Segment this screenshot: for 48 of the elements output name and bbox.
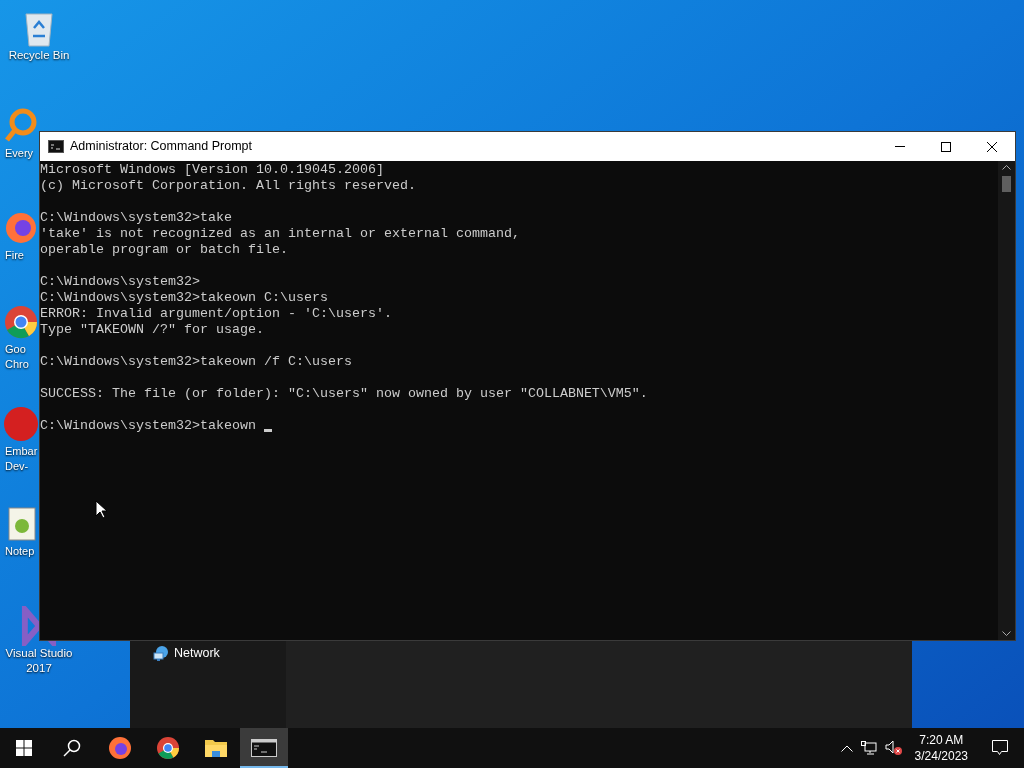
desktop-icon-label[interactable]: Chro <box>5 357 29 372</box>
desktop-icon-label[interactable]: Dev- <box>5 459 29 474</box>
desktop-icon-label[interactable]: Visual Studio <box>5 646 73 661</box>
desktop-icon-label[interactable]: 2017 <box>26 661 52 676</box>
desktop-icon-label[interactable]: Fire <box>5 248 24 263</box>
console-line: (c) Microsoft Corporation. All rights reserved. <box>40 178 416 194</box>
speaker-muted-icon[interactable] <box>884 740 903 756</box>
mouse-pointer-icon <box>95 500 107 519</box>
console-line: Microsoft Windows [Version 10.0.19045.2006] <box>40 162 384 178</box>
folder-icon <box>204 738 228 758</box>
console-line: Type "TAKEOWN /?" for usage. <box>40 322 264 338</box>
terminal-icon <box>251 739 277 757</box>
fox-globe-icon <box>108 736 132 760</box>
console-line: SUCCESS: The file (or folder): "C:\users" now owned by user "COLLABNET\VM5". <box>40 386 648 402</box>
chrome-logo-icon <box>156 736 180 760</box>
console-line: C:\Windows\system32>takeown C:\users <box>40 290 328 306</box>
console-line: C:\Windows\system32>takeown <box>40 418 257 434</box>
console-line: C:\Windows\system32>take <box>40 210 232 226</box>
close-icon <box>987 141 997 152</box>
windows-logo-icon <box>16 740 32 756</box>
network-monitor-icon[interactable] <box>860 741 877 755</box>
console-line: operable program or batch file. <box>40 242 288 258</box>
clock-time[interactable]: 7:20 AM <box>919 732 964 748</box>
nav-item[interactable]: Network <box>152 644 286 663</box>
clock-date[interactable]: 3/24/2023 <box>914 748 968 764</box>
terminal-icon <box>48 140 64 153</box>
app-logo-icon <box>3 404 39 444</box>
window-title: Administrator: Command Prompt <box>70 138 252 156</box>
console-line: 'take' is not recognized as an internal or external command, <box>40 226 520 242</box>
chevron-up-icon[interactable] <box>840 744 853 752</box>
minimize-icon <box>895 146 905 147</box>
desktop-icon-label[interactable]: Goo <box>5 342 26 357</box>
maximize-icon <box>941 141 951 152</box>
desktop-icon-label[interactable]: Embar <box>5 444 38 459</box>
taskbar-button[interactable] <box>240 728 288 768</box>
desktop-icon-label[interactable]: Recycle Bin <box>8 48 70 63</box>
scroll-thumb[interactable] <box>1002 176 1011 192</box>
console-line: C:\Windows\system32> <box>40 274 200 290</box>
network-icon <box>152 644 169 662</box>
scrollbar[interactable] <box>998 161 1015 640</box>
speech-bubble-icon <box>992 740 1008 756</box>
console-line: C:\Windows\system32>takeown /f C:\users <box>40 354 352 370</box>
scroll-down-icon <box>1002 631 1011 636</box>
search-icon <box>63 739 81 757</box>
scroll-up-icon <box>1002 165 1011 170</box>
desktop-icon-label[interactable]: Notep <box>5 544 35 559</box>
console-line: ERROR: Invalid argument/option - 'C:\users'. <box>40 306 392 322</box>
desktop-icon-label[interactable]: Every <box>5 146 34 161</box>
